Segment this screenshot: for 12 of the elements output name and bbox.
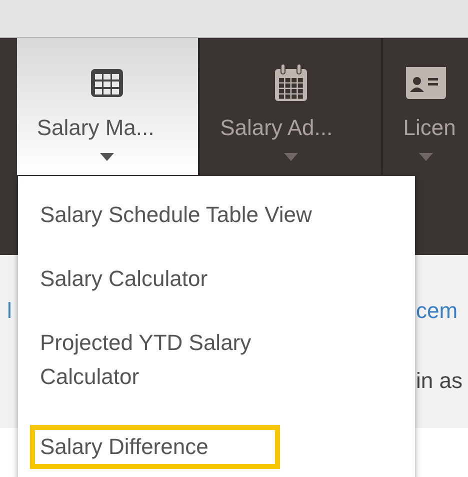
caret-icon (418, 153, 433, 161)
menu-item[interactable]: Projected YTD Salary Calculator (30, 321, 330, 399)
background-text: in as (416, 370, 462, 392)
caret-icon (100, 153, 114, 161)
menu-item[interactable]: Salary Schedule Table View (30, 193, 330, 237)
table-icon (90, 68, 124, 98)
caret-icon (284, 153, 298, 161)
menu-item[interactable]: Salary Difference (30, 425, 280, 469)
contact-card-icon (404, 66, 447, 100)
menu-item[interactable]: Salary Calculator (30, 257, 330, 301)
nav-tab[interactable]: Salary Ma... (16, 38, 200, 175)
calendar-icon (274, 64, 308, 102)
